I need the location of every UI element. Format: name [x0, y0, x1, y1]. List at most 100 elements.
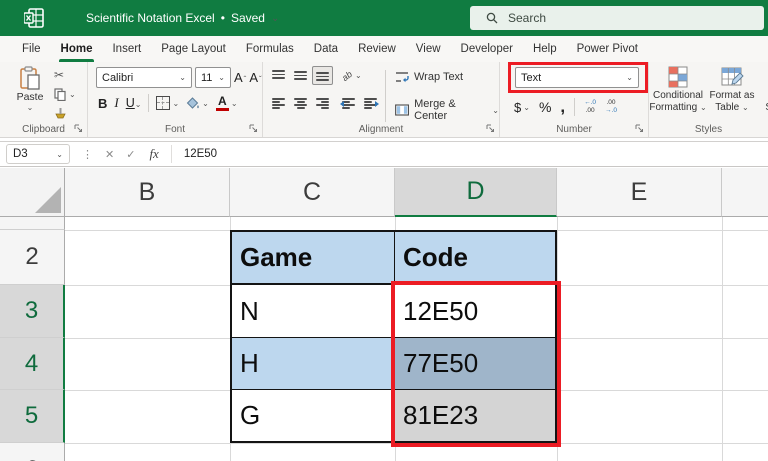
- group-number: Text ⌄ $ ⌄ % , ←.0.00 .00 →.0 Number: [500, 62, 649, 137]
- align-center-button[interactable]: [294, 98, 307, 109]
- formula-bar: D3 ⌄ ⋮ ✕ ✓ fx 12E50: [0, 141, 768, 167]
- increase-decimal-button[interactable]: ←.0.00: [584, 99, 596, 115]
- ribbon: Paste ⌄ ✂ ⌄ Clipboard Calibri ⌄ 11 ⌄ Aˆ …: [0, 62, 768, 138]
- number-format-combo[interactable]: Text ⌄: [515, 67, 639, 88]
- italic-button[interactable]: I: [114, 95, 118, 111]
- borders-icon: [156, 96, 171, 110]
- increase-indent-button[interactable]: [364, 98, 379, 109]
- tab-insert[interactable]: Insert: [102, 36, 151, 62]
- format-as-table-button[interactable]: Format as Table ⌄: [708, 66, 756, 113]
- document-title[interactable]: Scientific Notation Excel • Saved ⌄: [86, 11, 279, 25]
- decrease-decimal-button[interactable]: .00 →.0: [605, 99, 617, 115]
- cell-d4[interactable]: 77E50: [395, 338, 555, 390]
- cell-c4[interactable]: H: [232, 338, 395, 390]
- align-right-button[interactable]: [316, 98, 329, 109]
- cut-button[interactable]: ✂: [54, 68, 76, 82]
- conditional-formatting-button[interactable]: Conditional Formatting ⌄: [649, 66, 707, 113]
- paste-chevron-icon: ⌄: [26, 103, 34, 112]
- row-header-4[interactable]: 4: [0, 338, 65, 390]
- orientation-chevron-icon: ⌄: [355, 71, 362, 80]
- cell-c5[interactable]: G: [232, 390, 395, 441]
- row-header-5[interactable]: 5: [0, 390, 65, 443]
- decrease-indent-button[interactable]: [340, 98, 355, 109]
- cell-d3-active[interactable]: 12E50: [395, 285, 555, 338]
- formula-bar-dots-icon: ⋮: [82, 148, 93, 161]
- tab-view[interactable]: View: [406, 36, 451, 62]
- align-left-button[interactable]: [272, 98, 285, 109]
- title-bar: Scientific Notation Excel • Saved ⌄: [0, 0, 768, 36]
- font-name-combo[interactable]: Calibri ⌄: [96, 67, 192, 88]
- borders-button[interactable]: ⌄: [156, 96, 179, 110]
- search-input[interactable]: [508, 11, 708, 25]
- cell-d2[interactable]: Code: [395, 232, 555, 285]
- tab-power-pivot[interactable]: Power Pivot: [567, 36, 648, 62]
- orientation-icon: ab: [339, 68, 355, 83]
- insert-function-button[interactable]: fx: [149, 146, 158, 162]
- format-painter-button[interactable]: [54, 106, 76, 120]
- top-align-button[interactable]: [272, 70, 285, 81]
- row-header-2[interactable]: 2: [0, 230, 65, 285]
- merge-center-chevron-icon: ⌄: [492, 105, 499, 115]
- tab-data[interactable]: Data: [304, 36, 348, 62]
- tab-formulas[interactable]: Formulas: [236, 36, 304, 62]
- format-as-table-chevron-icon: ⌄: [741, 102, 749, 112]
- currency-button[interactable]: $ ⌄: [514, 100, 530, 115]
- cell-c3[interactable]: N: [232, 285, 395, 338]
- column-header-b[interactable]: B: [65, 168, 230, 217]
- cell-c2[interactable]: Game: [232, 232, 395, 285]
- row-header-3[interactable]: 3: [0, 285, 65, 338]
- underline-button[interactable]: U⌄: [126, 94, 142, 112]
- column-header-e[interactable]: E: [557, 168, 722, 217]
- paste-button[interactable]: Paste ⌄: [12, 66, 48, 112]
- copy-button[interactable]: ⌄: [54, 87, 76, 101]
- currency-chevron-icon: ⌄: [523, 102, 530, 112]
- orientation-button[interactable]: ab ⌄: [339, 68, 362, 83]
- tab-page-layout[interactable]: Page Layout: [151, 36, 236, 62]
- cancel-button[interactable]: ✕: [105, 148, 114, 161]
- alignment-dialog-launcher[interactable]: [486, 124, 495, 133]
- tab-developer[interactable]: Developer: [451, 36, 523, 62]
- font-size-combo[interactable]: 11 ⌄: [195, 67, 231, 88]
- merge-center-label: Merge & Center: [414, 98, 456, 122]
- shrink-caret-icon: ˇ: [259, 74, 262, 84]
- font-dialog-launcher[interactable]: [249, 124, 258, 133]
- merge-center-button[interactable]: Merge & Center ⌄: [395, 98, 499, 122]
- bold-button[interactable]: B: [98, 96, 107, 111]
- cell-d5[interactable]: 81E23: [395, 390, 555, 441]
- fill-color-button[interactable]: ⌄: [186, 96, 209, 110]
- column-header-f-partial[interactable]: [722, 168, 768, 217]
- font-size-chevron-icon: ⌄: [218, 73, 225, 82]
- format-as-table-label-1: Format as: [709, 90, 755, 101]
- enter-button[interactable]: ✓: [126, 148, 135, 161]
- percent-button[interactable]: %: [539, 99, 551, 115]
- clipboard-dialog-launcher[interactable]: [74, 124, 83, 133]
- font-name-chevron-icon: ⌄: [179, 73, 186, 82]
- search-icon: [486, 12, 498, 24]
- tab-review[interactable]: Review: [348, 36, 406, 62]
- font-color-button[interactable]: A ⌄: [215, 95, 238, 111]
- document-title-text: Scientific Notation Excel: [86, 11, 215, 25]
- cell-styles-button[interactable]: Cell Styles: [762, 66, 768, 113]
- column-header-d[interactable]: D: [395, 168, 557, 217]
- select-all-corner[interactable]: [0, 168, 65, 217]
- middle-align-button[interactable]: [294, 70, 307, 81]
- row-header-1-partial[interactable]: [0, 217, 65, 230]
- name-box[interactable]: D3 ⌄: [6, 144, 70, 164]
- column-header-c[interactable]: C: [230, 168, 395, 217]
- grow-font-button[interactable]: Aˆ: [234, 69, 246, 87]
- title-chevron-icon[interactable]: ⌄: [271, 13, 279, 24]
- shrink-font-button[interactable]: Aˇ: [249, 69, 261, 87]
- tab-home[interactable]: Home: [51, 36, 103, 62]
- search-box[interactable]: [470, 6, 764, 30]
- comma-style-button[interactable]: ,: [560, 98, 565, 115]
- tab-help[interactable]: Help: [523, 36, 567, 62]
- conditional-formatting-label-1: Conditional: [652, 90, 704, 101]
- ribbon-tab-bar: File Home Insert Page Layout Formulas Da…: [0, 36, 768, 62]
- font-size-value: 11: [201, 71, 213, 84]
- bottom-align-button-selected[interactable]: [312, 66, 333, 85]
- formula-bar-input[interactable]: 12E50: [184, 148, 217, 160]
- row-header-6-partial[interactable]: 6: [0, 443, 65, 461]
- number-dialog-launcher[interactable]: [635, 124, 644, 133]
- tab-file[interactable]: File: [12, 36, 51, 62]
- wrap-text-button[interactable]: Wrap Text: [395, 71, 463, 83]
